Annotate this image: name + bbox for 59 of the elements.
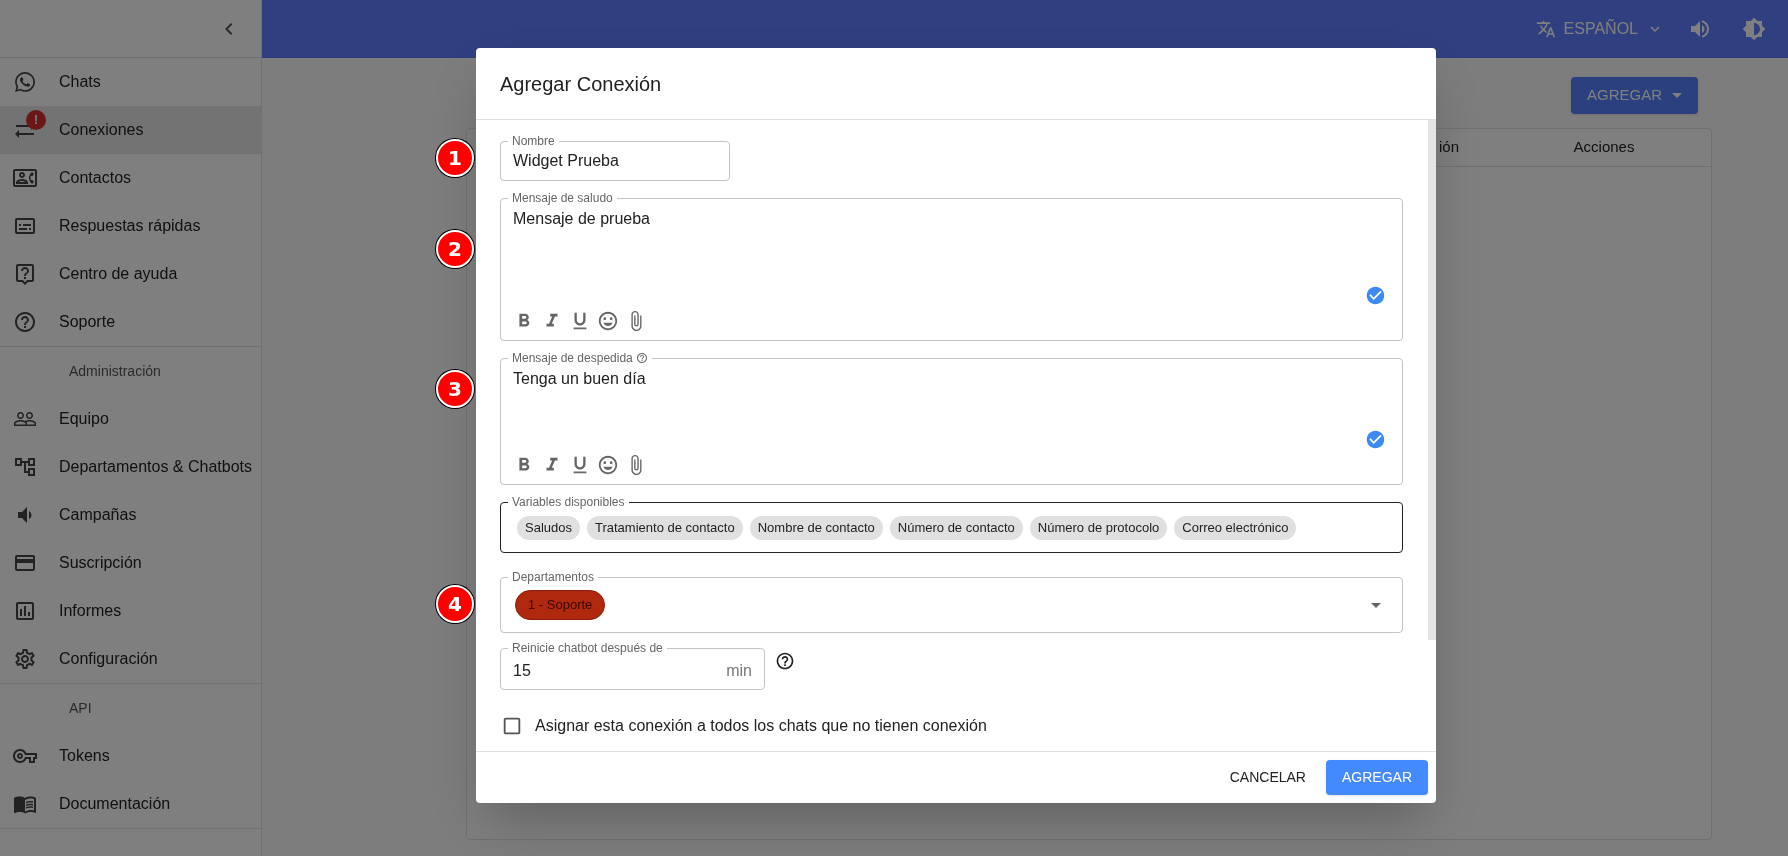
checkbox[interactable]	[501, 715, 523, 737]
variable-chip[interactable]: Nombre de contacto	[749, 515, 883, 540]
sidebar-item[interactable]: Configuración	[0, 635, 261, 683]
language-selector[interactable]: ESPAÑOL	[1535, 17, 1664, 41]
sidebar-item[interactable]: Informes	[0, 587, 261, 635]
help-icon	[13, 310, 37, 334]
field-label: Mensaje de despedida	[512, 352, 633, 364]
sidebar-item[interactable]: Campañas	[0, 491, 261, 539]
settings-icon	[13, 647, 37, 671]
scrollbar[interactable]	[1428, 120, 1436, 640]
field-label: Nombre	[512, 135, 555, 147]
translate-icon	[1535, 19, 1556, 39]
theme-icon[interactable]	[1742, 17, 1766, 41]
alert-badge: !	[26, 110, 46, 130]
variable-chip[interactable]: Tratamiento de contacto	[587, 515, 743, 540]
bar-chart-icon	[13, 599, 37, 623]
sidebar-item[interactable]: Suscripción	[0, 539, 261, 587]
add-button[interactable]: AGREGAR	[1571, 76, 1698, 114]
unit-label: min	[726, 661, 752, 681]
field-label: Mensaje de saludo	[512, 192, 613, 204]
field-value: 15	[513, 661, 532, 681]
cancel-button[interactable]: CANCELAR	[1221, 760, 1314, 795]
editor-text: Tenga un buen día	[513, 369, 647, 389]
sidebar-item[interactable]: Equipo	[0, 395, 261, 443]
caret-icon	[1672, 92, 1682, 98]
submit-button[interactable]: AGREGAR	[1326, 760, 1428, 795]
variable-chip[interactable]: Correo electrónico	[1174, 515, 1297, 540]
sidebar-item[interactable]: Soporte	[0, 298, 261, 346]
section-heading: API	[69, 698, 92, 718]
sidebar-item[interactable]: Tokens	[0, 732, 261, 780]
help-icon[interactable]	[775, 651, 795, 671]
sidebar-item[interactable]: Contactos	[0, 154, 261, 202]
column-header: ión	[1438, 137, 1459, 158]
emoji-icon[interactable]	[597, 310, 619, 332]
field-label: Variables disponibles	[512, 496, 625, 508]
sidebar-item[interactable]: Chats	[0, 58, 261, 106]
variable-chip[interactable]: Número de protocolo	[1029, 515, 1168, 540]
sidebar-item[interactable]: Respuestas rápidas	[0, 202, 261, 250]
sidebar-item[interactable]: Documentación	[0, 780, 261, 828]
field-value: Widget Prueba	[513, 151, 619, 171]
field-label: Reinicie chatbot después de	[512, 642, 663, 654]
sidebar-item[interactable]: Departamentos & Chatbots	[0, 443, 261, 491]
tree-icon	[13, 455, 37, 479]
checkbox-label: Asignar esta conexión a todos los chats que no tienen conexión	[535, 716, 987, 736]
contact-card-icon	[13, 166, 37, 190]
sidebar-item[interactable]: Centro de ayuda	[0, 250, 261, 298]
volume-icon[interactable]	[1688, 17, 1712, 41]
column-header: Acciones	[1572, 137, 1636, 158]
section-heading: Administración	[69, 361, 161, 381]
department-chip[interactable]: 1 - Soporte	[515, 590, 606, 620]
variable-chip[interactable]: Número de contacto	[889, 515, 1023, 540]
sidebar-item[interactable]: Conexiones !	[0, 106, 261, 154]
field-label: Departamentos	[512, 571, 595, 583]
help-bubble-icon	[13, 262, 37, 286]
variable-chip[interactable]: Saludos	[517, 515, 580, 540]
dialog-title: Agregar Conexión	[500, 71, 662, 97]
editor-text: Mensaje de prueba	[513, 209, 651, 229]
emoji-icon[interactable]	[597, 454, 619, 476]
chat-bubble-icon	[13, 70, 37, 94]
